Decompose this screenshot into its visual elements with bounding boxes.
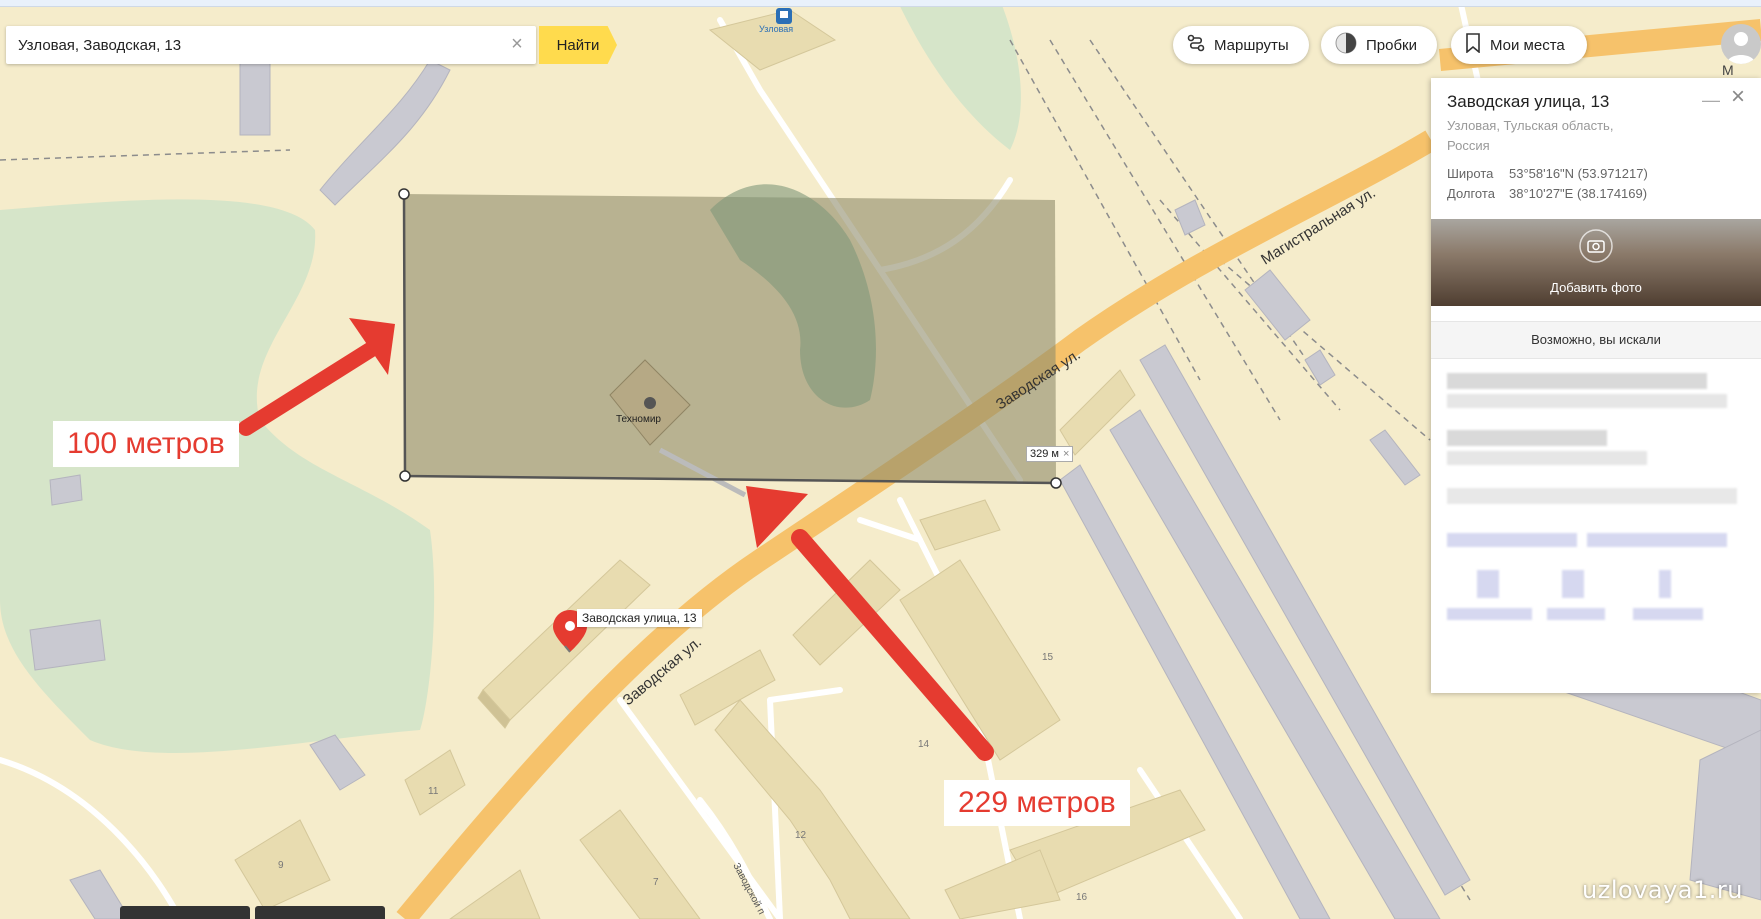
- bookmark-icon: [1465, 33, 1481, 57]
- blurred-suggestion[interactable]: [1447, 373, 1707, 389]
- bottom-control[interactable]: [255, 906, 385, 919]
- measure-point: [1050, 477, 1062, 489]
- search-input[interactable]: [6, 26, 506, 64]
- blurred-suggestion: [1447, 394, 1727, 408]
- longitude-value: 38°10'27"E (38.174169): [1509, 186, 1648, 201]
- minimize-icon[interactable]: —: [1701, 90, 1721, 110]
- bus-stop-label: Узловая: [759, 24, 794, 34]
- house-number: 11: [428, 786, 439, 797]
- add-photo-button[interactable]: Добавить фото: [1431, 219, 1761, 306]
- pin-label[interactable]: Заводская улица, 13: [577, 609, 702, 627]
- measure-point: [398, 188, 410, 200]
- latitude-row: Широта 53°58'16"N (53.971217): [1447, 166, 1648, 181]
- house-number: 7: [653, 877, 659, 888]
- bottom-controls: [120, 906, 385, 919]
- watermark: uzlovaya1.ru: [1582, 876, 1743, 904]
- house-number: 12: [795, 830, 807, 841]
- place-card: Заводская улица, 13 Узловая, Тульская об…: [1431, 78, 1761, 693]
- close-icon[interactable]: ×: [1727, 85, 1749, 109]
- blurred-icon[interactable]: [1659, 570, 1671, 598]
- blurred-suggestion: [1447, 451, 1647, 465]
- house-number: 15: [1042, 652, 1054, 663]
- annotation-100m: 100 метров: [53, 421, 239, 467]
- routes-label: Маршруты: [1214, 36, 1289, 54]
- house-number: 14: [918, 739, 930, 750]
- blurred-link[interactable]: [1547, 608, 1605, 620]
- bottom-control[interactable]: [120, 906, 250, 919]
- route-icon: [1187, 34, 1205, 56]
- blurred-link[interactable]: [1447, 533, 1577, 547]
- distance-value: 329 м: [1030, 448, 1059, 460]
- camera-icon: [1579, 229, 1613, 263]
- my-places-button[interactable]: Мои места: [1451, 26, 1587, 64]
- distance-label: 329 м ×: [1026, 446, 1074, 462]
- delete-measure-icon[interactable]: ×: [1063, 448, 1069, 460]
- longitude-label: Долгота: [1447, 186, 1495, 201]
- store-label[interactable]: Техномир: [616, 414, 661, 425]
- traffic-label: Пробки: [1366, 36, 1417, 54]
- store-icon: [644, 397, 656, 409]
- add-photo-label: Добавить фото: [1550, 280, 1642, 295]
- traffic-button[interactable]: Пробки: [1321, 26, 1437, 64]
- measure-point: [399, 470, 411, 482]
- annotation-229m: 229 метров: [944, 780, 1130, 826]
- blurred-icon[interactable]: [1562, 570, 1584, 598]
- blurred-icon[interactable]: [1477, 570, 1499, 598]
- maybe-you-searched-header: Возможно, вы искали: [1431, 321, 1761, 359]
- house-number: 9: [278, 860, 284, 871]
- search-button[interactable]: Найти: [539, 26, 617, 64]
- card-title: Заводская улица, 13: [1447, 92, 1610, 111]
- clear-icon[interactable]: ×: [508, 34, 526, 54]
- corner-letter: М: [1722, 62, 1734, 78]
- blurred-link[interactable]: [1587, 533, 1727, 547]
- blurred-link[interactable]: [1633, 608, 1703, 620]
- routes-button[interactable]: Маршруты: [1173, 26, 1309, 64]
- browser-top-edge: [0, 0, 1761, 7]
- blurred-link[interactable]: [1447, 608, 1532, 620]
- search-box: ×: [6, 26, 536, 64]
- longitude-row: Долгота 38°10'27"E (38.174169): [1447, 186, 1647, 201]
- latitude-value: 53°58'16"N (53.971217): [1509, 166, 1648, 181]
- traffic-icon: [1335, 32, 1357, 58]
- blurred-suggestion: [1447, 488, 1737, 504]
- blurred-suggestion[interactable]: [1447, 430, 1607, 446]
- user-icon: [1727, 32, 1755, 64]
- places-label: Мои места: [1490, 36, 1565, 54]
- card-address: Узловая, Тульская область, Россия: [1447, 118, 1614, 153]
- latitude-label: Широта: [1447, 166, 1494, 181]
- avatar[interactable]: [1721, 24, 1761, 64]
- house-number: 16: [1076, 892, 1088, 903]
